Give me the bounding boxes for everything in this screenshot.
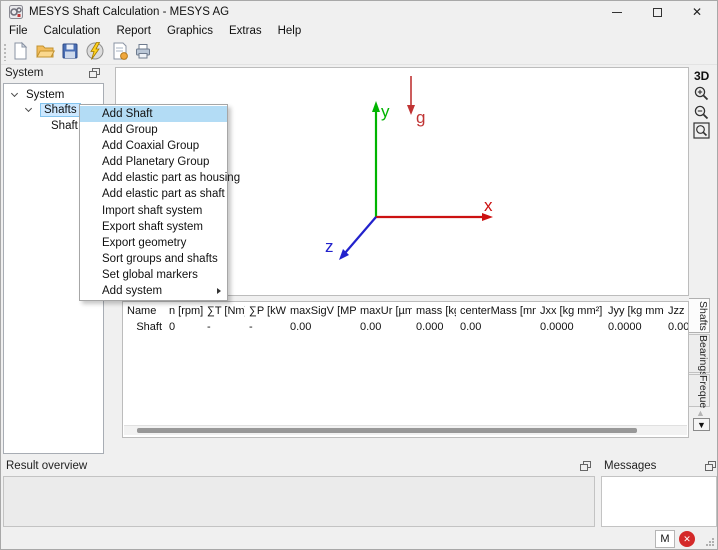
menu-item-add-elastic-shaft[interactable]: Add elastic part as shaft <box>80 186 227 202</box>
menu-item-add-elastic-housing[interactable]: Add elastic part as housing <box>80 170 227 186</box>
context-menu: Add Shaft Add Group Add Coaxial Group Ad… <box>79 104 228 301</box>
report-icon <box>110 41 130 61</box>
zoom-fit-icon[interactable] <box>693 122 710 139</box>
menu-item-set-global-markers[interactable]: Set global markers <box>80 267 227 283</box>
open-file-icon <box>35 41 55 61</box>
scrollbar-handle[interactable] <box>137 428 637 433</box>
save-button[interactable] <box>60 41 82 63</box>
zoom-out-icon[interactable] <box>693 104 710 121</box>
z-axis-label: z <box>325 237 334 256</box>
chevron-down-icon[interactable] <box>11 90 18 97</box>
gravity-arrow <box>407 105 415 115</box>
col-maxsigv[interactable]: maxSigV [MPa] <box>286 304 356 319</box>
menu-item-sort-groups[interactable]: Sort groups and shafts <box>80 251 227 267</box>
open-file-button[interactable] <box>35 41 57 63</box>
col-n-rpm[interactable]: n [rpm] <box>165 304 203 319</box>
tree-item-system[interactable]: System <box>26 88 64 103</box>
error-status-icon[interactable]: ✕ <box>679 531 695 547</box>
new-file-button[interactable] <box>10 41 32 63</box>
menu-report[interactable]: Report <box>108 23 159 40</box>
col-torque[interactable]: ∑T [Nm] <box>203 304 245 319</box>
window-title: MESYS Shaft Calculation - MESYS AG <box>29 1 229 23</box>
system-panel-float-icon[interactable] <box>89 68 100 78</box>
messages-title: Messages <box>604 460 656 472</box>
menu-calculation[interactable]: Calculation <box>36 23 109 40</box>
main-toolbar <box>1 40 717 65</box>
x-axis-label: x <box>484 196 493 215</box>
tree-item-shaft[interactable]: Shaft <box>51 119 78 134</box>
col-jzz[interactable]: Jzz [kg mm²] <box>664 304 689 319</box>
menu-help[interactable]: Help <box>270 23 310 40</box>
col-jyy[interactable]: Jyy [kg mm²] <box>604 304 664 319</box>
menu-item-add-coaxial-group[interactable]: Add Coaxial Group <box>80 138 227 154</box>
col-name[interactable]: Name <box>123 304 165 319</box>
resize-grip-icon[interactable] <box>704 536 715 547</box>
maximize-button[interactable] <box>637 1 677 23</box>
menu-file[interactable]: File <box>1 23 36 40</box>
print-button[interactable] <box>133 41 155 63</box>
messages-header: Messages <box>604 460 694 476</box>
messages-float-icon[interactable] <box>705 461 716 471</box>
result-overview-title: Result overview <box>6 460 87 472</box>
col-centermass[interactable]: centerMass [mm] <box>456 304 536 319</box>
menu-item-export-geometry[interactable]: Export geometry <box>80 235 227 251</box>
menu-item-add-shaft[interactable]: Add Shaft <box>80 106 227 122</box>
tab-scroll-up-icon[interactable]: ▲ <box>696 408 705 418</box>
calculate-button[interactable] <box>85 41 107 63</box>
minimize-icon <box>612 12 622 13</box>
minimize-button[interactable] <box>597 1 637 23</box>
messages-toggle-button[interactable]: M <box>655 530 675 548</box>
menu-graphics[interactable]: Graphics <box>159 23 221 40</box>
menu-item-add-group[interactable]: Add Group <box>80 122 227 138</box>
save-icon <box>60 41 80 61</box>
menu-item-export-shaft-system[interactable]: Export shaft system <box>80 219 227 235</box>
menu-item-add-system[interactable]: Add system <box>80 283 227 299</box>
col-mass[interactable]: mass [kg] <box>412 304 456 319</box>
app-logo-icon <box>9 5 23 19</box>
chevron-down-icon[interactable] <box>25 105 32 112</box>
menu-extras[interactable]: Extras <box>221 23 270 40</box>
tab-shafts[interactable]: Shafts <box>689 298 710 333</box>
y-axis-arrow <box>372 101 380 112</box>
col-jxx[interactable]: Jxx [kg mm²] <box>536 304 604 319</box>
zoom-in-icon[interactable] <box>693 85 710 102</box>
col-maxur[interactable]: maxUr [µm] <box>356 304 412 319</box>
col-power[interactable]: ∑P [kW] <box>245 304 286 319</box>
toolbar-drag-handle[interactable] <box>4 44 6 61</box>
menu-bar: File Calculation Report Graphics Extras … <box>1 23 717 40</box>
title-bar[interactable]: MESYS Shaft Calculation - MESYS AG ✕ <box>1 1 717 23</box>
close-button[interactable]: ✕ <box>677 1 717 23</box>
results-table: Name n [rpm] ∑T [Nm] ∑P [kW] maxSigV [MP… <box>122 301 689 438</box>
menu-item-import-shaft-system[interactable]: Import shaft system <box>80 203 227 219</box>
submenu-arrow-icon <box>217 288 221 294</box>
print-icon <box>133 41 153 61</box>
menu-item-add-planetary-group[interactable]: Add Planetary Group <box>80 154 227 170</box>
calculate-icon <box>85 41 105 61</box>
tab-bearings[interactable]: Bearings <box>689 334 710 373</box>
tab-scroll-down-icon[interactable]: ▼ <box>693 418 710 431</box>
new-file-icon <box>10 41 30 61</box>
messages-content <box>601 476 717 527</box>
result-overview-float-icon[interactable] <box>580 461 591 471</box>
close-icon: ✕ <box>692 6 702 18</box>
maximize-icon <box>653 8 662 17</box>
tab-frequencies[interactable]: Freque <box>689 374 710 407</box>
app-window: { "window": { "title": "MESYS Shaft Calc… <box>0 0 718 550</box>
selected-tree-label: Shafts <box>40 103 81 117</box>
result-overview-content <box>3 476 595 527</box>
gravity-label: g <box>416 108 425 127</box>
view-3d-button[interactable]: 3D <box>694 69 709 83</box>
result-overview-header: Result overview <box>6 460 306 476</box>
table-row[interactable]: Shaft 0 - - 0.00 0.00 0.000 0.00 0.0000 … <box>123 320 688 334</box>
report-button[interactable] <box>110 41 132 63</box>
table-header-row[interactable]: Name n [rpm] ∑T [Nm] ∑P [kW] maxSigV [MP… <box>123 304 688 319</box>
horizontal-scrollbar[interactable] <box>124 425 687 435</box>
system-panel-title: System <box>5 67 43 79</box>
y-axis-label: y <box>381 102 390 121</box>
tree-item-shafts[interactable]: Shafts <box>40 103 81 118</box>
